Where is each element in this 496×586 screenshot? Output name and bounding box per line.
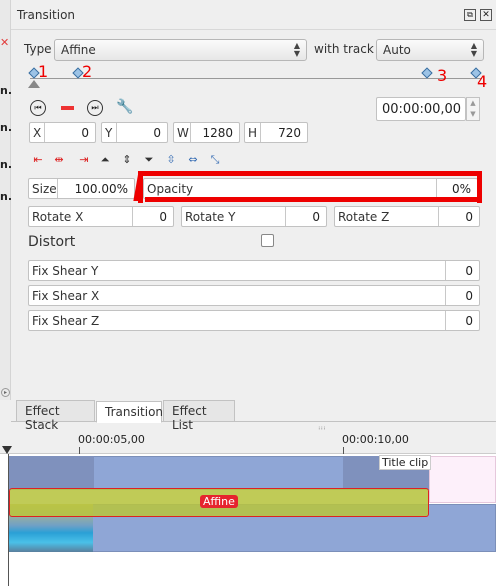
annotation-number: 2	[82, 62, 93, 81]
tab-effect-list[interactable]: Effect List	[163, 400, 235, 432]
align-right-icon[interactable]: ⇥	[77, 153, 91, 167]
clip-thumbnail	[9, 456, 94, 490]
adjust-size-icon[interactable]: ⤡	[208, 153, 222, 167]
transition-label: Affine	[200, 495, 238, 508]
tab-transition[interactable]: Transition	[96, 401, 163, 423]
shear-z-label: Fix Shear Z	[32, 314, 100, 328]
title-clip[interactable]	[429, 456, 496, 503]
w-label: W	[177, 126, 189, 140]
playhead-triangle-icon[interactable]	[28, 80, 40, 88]
ruler-label: 00:00:05,00	[78, 433, 145, 446]
type-combo[interactable]: Affine ▲ ▼	[54, 39, 307, 61]
rotate-z-label: Rotate Z	[338, 210, 390, 224]
track-label: with track	[314, 42, 374, 56]
rotate-x-value: 0	[159, 210, 167, 224]
shear-x-value: 0	[465, 289, 473, 303]
rotate-z-field[interactable]: Rotate Z 0	[334, 206, 480, 227]
y-value: 0	[153, 126, 161, 140]
close-red-icon[interactable]: ✕	[0, 36, 9, 49]
left-panel-strip: ✕ n. n. n. n. ▸	[0, 0, 11, 400]
combo-arrows-icon: ▲ ▼	[470, 41, 477, 58]
size-field[interactable]: Size 100.00%	[28, 178, 135, 199]
keyframe-ruler[interactable]	[30, 78, 482, 79]
left-item[interactable]: n.	[0, 84, 11, 97]
type-label: Type	[24, 42, 52, 56]
align-hcenter-icon[interactable]: ⇹	[52, 153, 66, 167]
rotate-x-field[interactable]: Rotate X 0	[28, 206, 174, 227]
shear-y-label: Fix Shear Y	[32, 264, 99, 278]
left-item[interactable]: n.	[0, 190, 11, 203]
remove-keyframe-icon[interactable]	[61, 106, 74, 110]
distort-checkbox[interactable]	[261, 234, 274, 247]
combo-arrows-icon: ▲ ▼	[293, 41, 300, 58]
timeline[interactable]: ⁞⁞⁞ 00:00:05,00 00:00:10,00 Title clip A…	[0, 425, 496, 586]
distort-label: Distort	[28, 234, 76, 250]
previous-keyframe-icon[interactable]: ⏮	[30, 100, 46, 116]
h-value: 720	[278, 126, 301, 140]
x-field[interactable]: X 0	[29, 122, 96, 143]
panel-titlebar: Transition ⧉ ✕	[11, 0, 496, 30]
keyframe-marker[interactable]	[421, 67, 433, 79]
ruler-label: 00:00:10,00	[342, 433, 409, 446]
fit-to-height-icon[interactable]: ⇳	[164, 153, 178, 167]
rotate-x-label: Rotate X	[32, 210, 84, 224]
highlight-underline	[145, 197, 482, 202]
tab-effect-stack[interactable]: Effect Stack	[16, 400, 95, 432]
left-item[interactable]: n.	[0, 121, 11, 134]
fit-to-width-icon[interactable]: ⇔	[186, 153, 200, 167]
annotation-number: 4	[477, 72, 488, 91]
title-clip-label: Title clip	[379, 455, 432, 470]
shear-y-value: 0	[465, 264, 473, 278]
x-label: X	[33, 126, 42, 140]
shear-y-field[interactable]: Fix Shear Y 0	[28, 260, 480, 281]
panel-title: Transition	[17, 8, 76, 22]
y-label: Y	[105, 126, 113, 140]
shear-x-field[interactable]: Fix Shear X 0	[28, 285, 480, 306]
y-field[interactable]: Y 0	[101, 122, 168, 143]
close-icon[interactable]: ✕	[480, 9, 492, 21]
align-top-icon[interactable]: ⏶	[98, 153, 112, 167]
wrench-icon[interactable]: 🔧	[116, 99, 133, 115]
left-item[interactable]: n.	[0, 158, 11, 171]
next-keyframe-icon[interactable]: ⏭	[87, 100, 103, 116]
timeline-playhead-icon[interactable]	[2, 446, 12, 454]
timeline-ruler[interactable]: 00:00:05,00 00:00:10,00	[0, 430, 496, 454]
shear-x-label: Fix Shear X	[32, 289, 100, 303]
size-label: Size	[32, 182, 57, 196]
collapse-arrow-icon[interactable]: ▸	[1, 388, 10, 397]
track-combo[interactable]: Auto ▲ ▼	[376, 39, 484, 61]
h-field[interactable]: H 720	[244, 122, 308, 143]
float-icon[interactable]: ⧉	[464, 9, 476, 21]
rotate-y-field[interactable]: Rotate Y 0	[181, 206, 327, 227]
type-value: Affine	[61, 43, 96, 57]
timecode-field[interactable]: 00:00:00,00	[376, 97, 466, 121]
annotation-number: 3	[437, 66, 448, 85]
w-value: 1280	[202, 126, 233, 140]
track-value: Auto	[383, 43, 411, 57]
align-bottom-icon[interactable]: ⏷	[142, 153, 156, 167]
rotate-z-value: 0	[465, 210, 473, 224]
timecode-spinner[interactable]: ▲ ▼	[466, 97, 480, 121]
shear-z-value: 0	[465, 314, 473, 328]
rotate-y-value: 0	[312, 210, 320, 224]
x-value: 0	[81, 126, 89, 140]
shear-z-field[interactable]: Fix Shear Z 0	[28, 310, 480, 331]
h-label: H	[248, 126, 258, 140]
w-field[interactable]: W 1280	[173, 122, 240, 143]
align-left-icon[interactable]: ⇤	[31, 153, 45, 167]
annotation-number: 1	[38, 62, 49, 81]
align-vcenter-icon[interactable]: ⇕	[120, 153, 134, 167]
size-value: 100.00%	[74, 182, 128, 196]
rotate-y-label: Rotate Y	[185, 210, 236, 224]
